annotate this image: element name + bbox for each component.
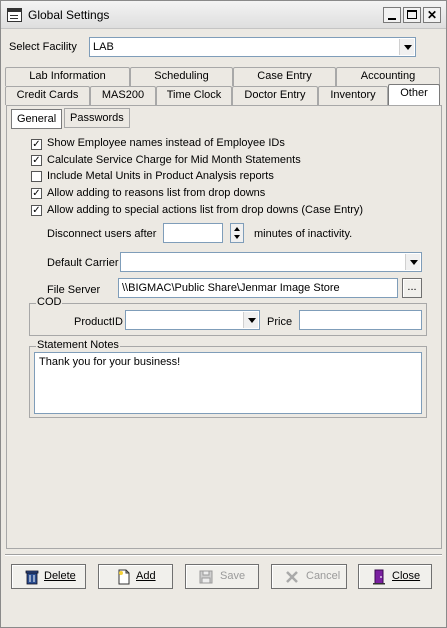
product-id-select[interactable] (125, 310, 260, 330)
file-server-label: File Server (47, 284, 101, 296)
facility-label: Select Facility (9, 41, 77, 53)
chevron-down-icon[interactable] (243, 312, 258, 328)
door-exit-icon (373, 569, 385, 585)
disconnect-label: Disconnect users after (47, 228, 157, 240)
cod-group-title: COD (36, 296, 63, 308)
save-button[interactable]: Save (185, 564, 259, 589)
window-title: Global Settings (28, 8, 110, 22)
tab-time-clock[interactable]: Time Clock (156, 86, 232, 105)
add-label: Add (136, 570, 156, 582)
tab-label: Time Clock (166, 89, 222, 101)
tab-case-entry[interactable]: Case Entry (233, 67, 336, 86)
show-employee-names-label: Show Employee names instead of Employee … (47, 137, 285, 149)
service-charge-checkbox[interactable]: ✓ (31, 155, 42, 166)
trash-icon (25, 570, 39, 585)
close-label: Close (392, 570, 421, 582)
tab-label: Inventory (330, 89, 376, 101)
subtab-passwords[interactable]: Passwords (64, 108, 130, 128)
delete-label: Delete (44, 570, 76, 582)
global-settings-window: Global Settings ✕ Select Facility LAB La… (0, 0, 447, 628)
tab-label: MAS200 (101, 89, 145, 101)
tab-lab-information[interactable]: Lab Information (5, 67, 130, 86)
price-label: Price (267, 316, 293, 328)
close-button[interactable]: Close (358, 564, 432, 589)
tab-label: Accounting (360, 70, 416, 82)
special-actions-checkbox[interactable]: ✓ (31, 205, 42, 216)
tab-mas200[interactable]: MAS200 (90, 86, 156, 105)
disconnect-minutes-input[interactable] (163, 223, 223, 243)
title-bar[interactable]: Global Settings ✕ (1, 1, 446, 29)
delete-button[interactable]: Delete (11, 564, 86, 589)
statement-notes-textarea[interactable]: Thank you for your business! (34, 352, 422, 414)
disconnect-suffix-label: minutes of inactivity. (254, 228, 353, 240)
tab-label: Case Entry (257, 70, 312, 82)
tab-scheduling[interactable]: Scheduling (130, 67, 233, 86)
tab-label: Credit Cards (16, 89, 79, 101)
maximize-button[interactable] (403, 7, 421, 23)
add-button[interactable]: Add (98, 564, 173, 589)
new-document-icon (118, 569, 130, 585)
file-server-input[interactable]: \\BIGMAC\Public Share\Jenmar Image Store (118, 278, 398, 298)
other-tab-panel: General Passwords ✓ Show Employee names … (6, 105, 442, 549)
save-label: Save (220, 570, 246, 582)
price-input[interactable] (299, 310, 422, 330)
subtab-label: Passwords (70, 112, 124, 124)
show-employee-names-checkbox[interactable]: ✓ (31, 139, 42, 150)
reasons-list-label: Allow adding to reasons list from drop d… (47, 187, 266, 199)
facility-select[interactable]: LAB (89, 37, 416, 57)
floppy-disk-icon (199, 570, 213, 584)
statement-notes-title: Statement Notes (36, 339, 120, 351)
tab-label: Doctor Entry (244, 89, 306, 101)
cancel-x-icon (286, 571, 298, 583)
disconnect-spinner[interactable] (230, 223, 244, 243)
close-window-button[interactable]: ✕ (423, 7, 441, 23)
minimize-icon (388, 18, 396, 20)
tab-other[interactable]: Other (388, 84, 440, 105)
metal-units-checkbox[interactable] (31, 171, 42, 182)
tab-label: Scheduling (154, 70, 209, 82)
tab-inventory[interactable]: Inventory (318, 86, 388, 105)
tab-credit-cards[interactable]: Credit Cards (5, 86, 90, 105)
subtab-label: General (17, 113, 57, 125)
default-carrier-label: Default Carrier (47, 257, 119, 269)
chevron-down-icon[interactable] (399, 39, 414, 55)
chevron-down-icon[interactable] (405, 254, 420, 270)
reasons-list-checkbox[interactable]: ✓ (31, 188, 42, 199)
tab-doctor-entry[interactable]: Doctor Entry (232, 86, 318, 105)
service-charge-label: Calculate Service Charge for Mid Month S… (47, 154, 301, 166)
default-carrier-select[interactable] (120, 252, 422, 272)
close-icon: ✕ (426, 8, 438, 22)
tab-label: Lab Information (29, 70, 106, 82)
tab-label: Other (400, 87, 428, 99)
footer-separator (5, 554, 442, 556)
browse-button[interactable]: ... (402, 278, 422, 298)
minimize-button[interactable] (383, 7, 401, 23)
facility-value: LAB (93, 41, 114, 53)
maximize-icon (407, 10, 417, 19)
window-icon (7, 8, 22, 22)
cancel-label: Cancel (306, 570, 341, 582)
special-actions-label: Allow adding to special actions list fro… (47, 204, 364, 216)
cancel-button[interactable]: Cancel (271, 564, 347, 589)
product-id-label: ProductID (74, 316, 123, 328)
metal-units-label: Include Metal Units in Product Analysis … (47, 170, 274, 182)
subtab-general[interactable]: General (11, 109, 63, 129)
